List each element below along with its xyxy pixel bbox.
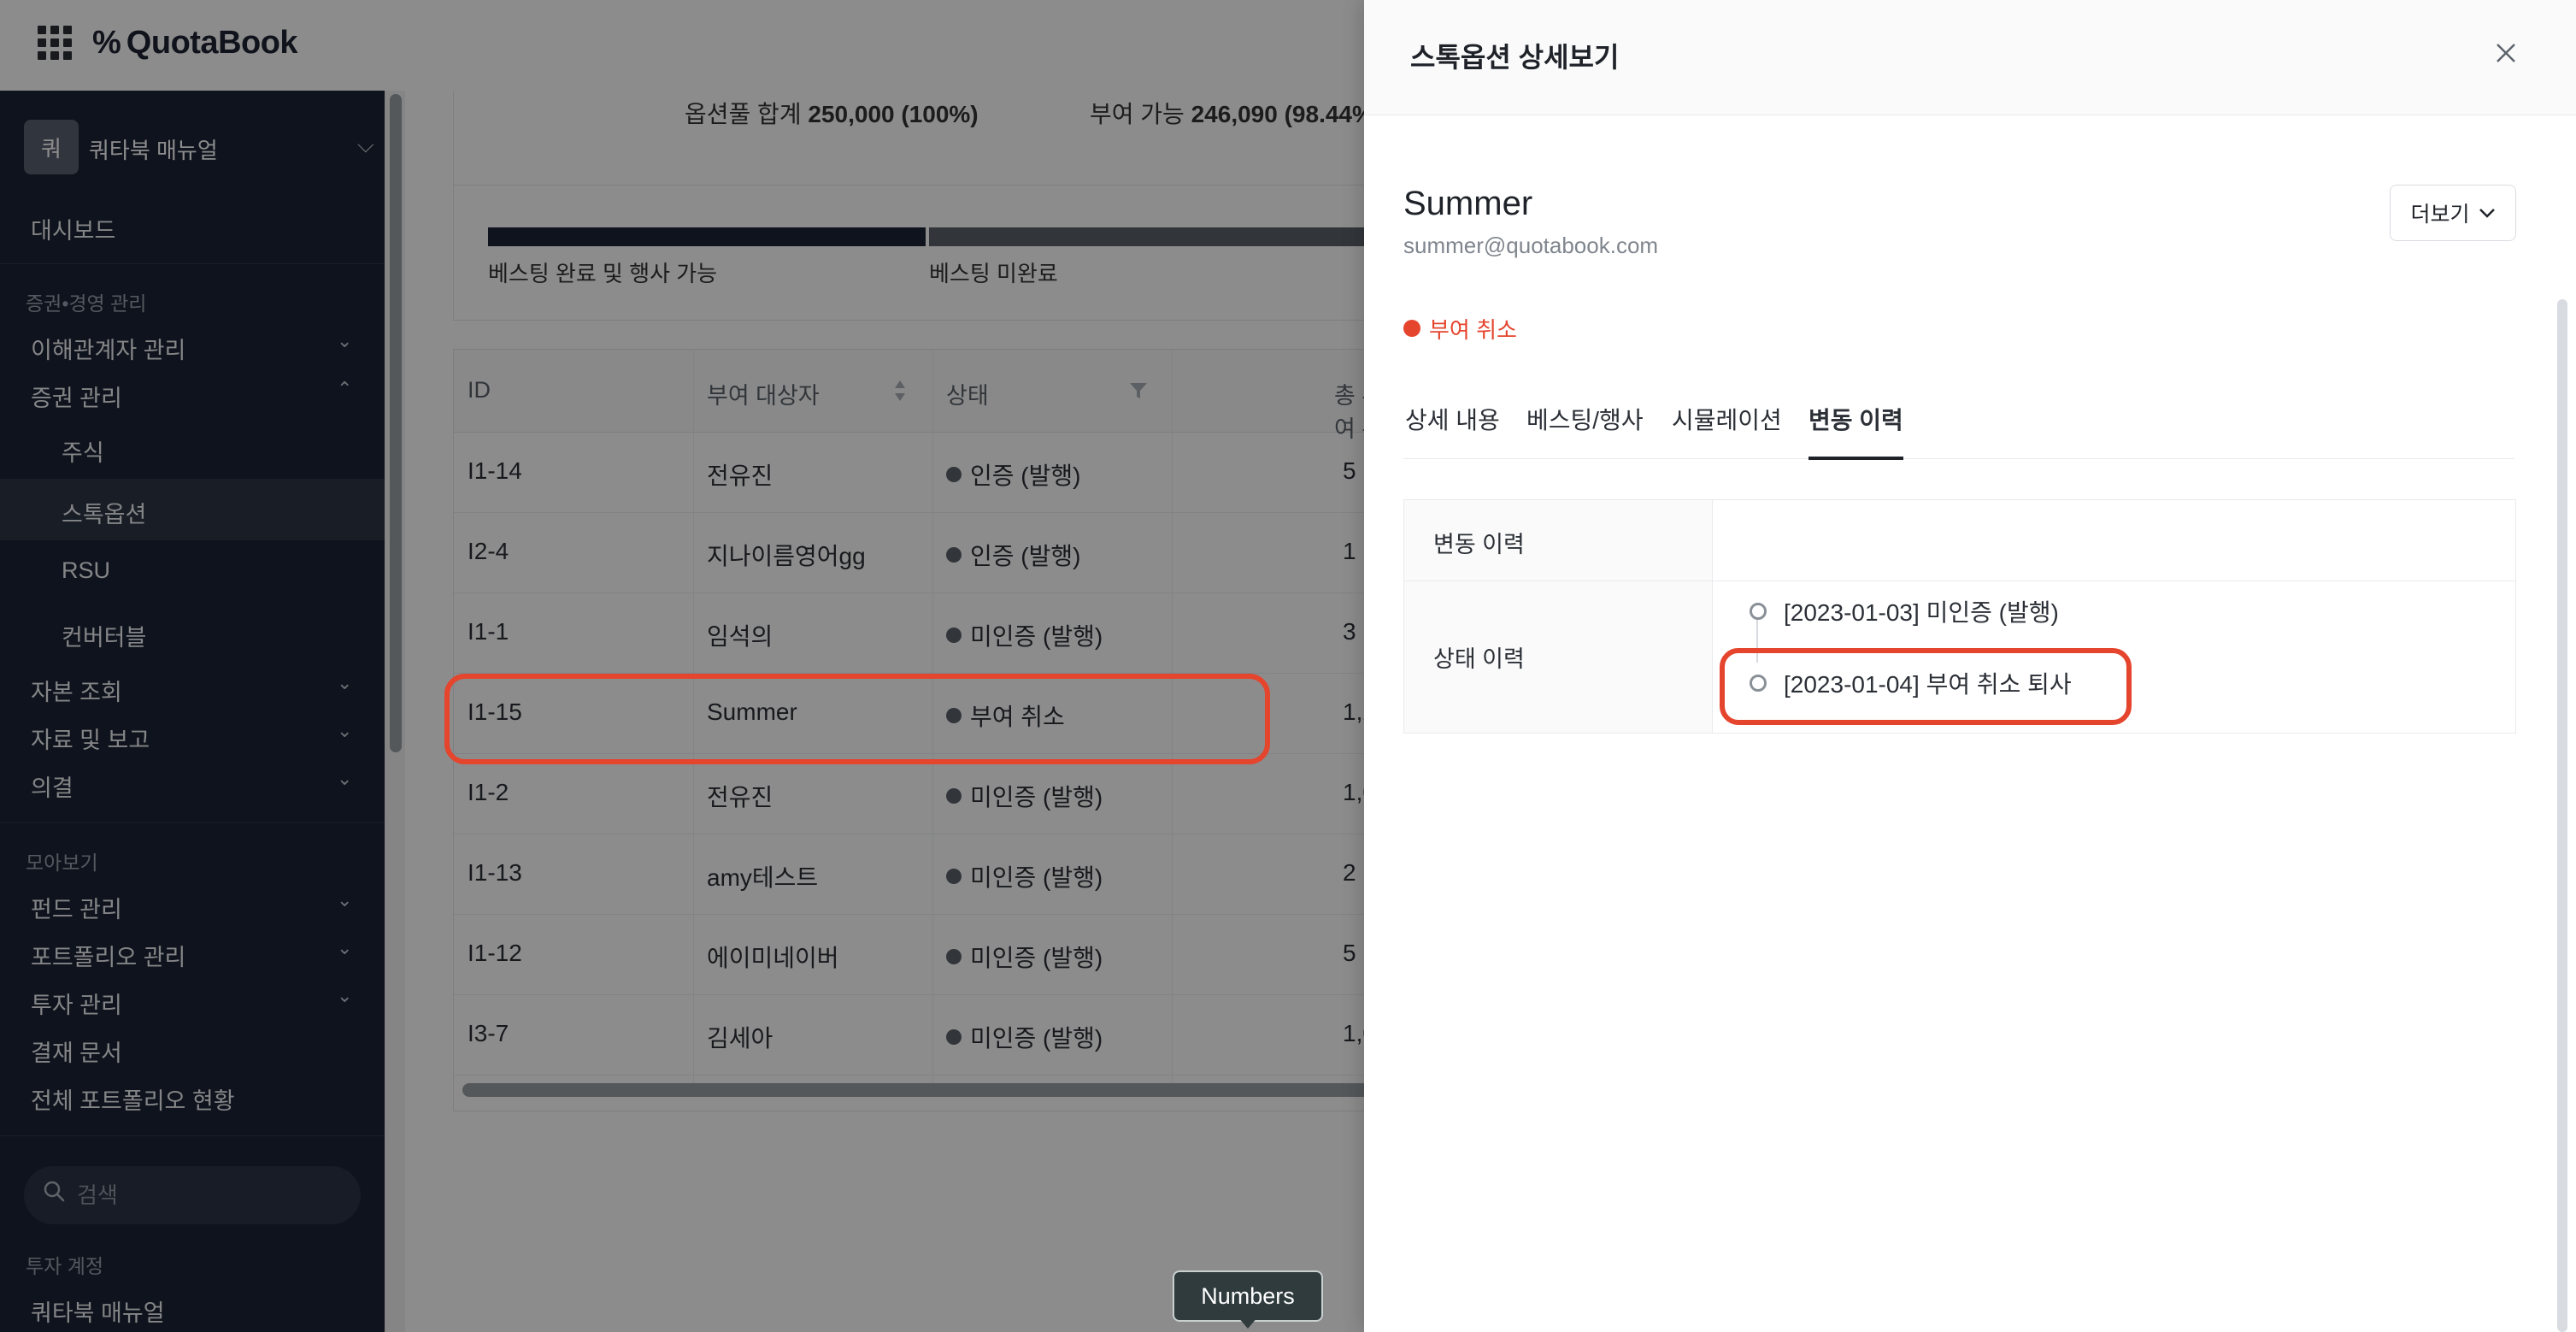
- status-badge: 부여 취소: [1429, 317, 1517, 343]
- grantee-name: Summer: [1403, 185, 1533, 222]
- numbers-tooltip: Numbers: [1173, 1270, 1323, 1322]
- timeline-dot-icon: [1750, 603, 1767, 620]
- drawer-scrollbar[interactable]: [2557, 299, 2567, 1332]
- more-button[interactable]: 더보기: [2390, 185, 2516, 241]
- drawer-title: 스톡옵션 상세보기: [1410, 42, 1620, 73]
- close-icon[interactable]: [2489, 36, 2523, 70]
- modal-backdrop[interactable]: [0, 0, 1364, 1332]
- highlight-annotation-row: [444, 674, 1270, 764]
- tab-vesting[interactable]: 베스팅/행사: [1526, 402, 1644, 457]
- grantee-email: summer@quotabook.com: [1403, 233, 1659, 258]
- chevron-down-icon: [2479, 209, 2495, 218]
- tab-history[interactable]: 변동 이력: [1808, 402, 1903, 460]
- tab-details[interactable]: 상세 내용: [1405, 402, 1500, 457]
- more-button-label: 더보기: [2410, 203, 2470, 227]
- drawer-header: 스톡옵션 상세보기: [1364, 0, 2576, 115]
- history-header: 변동 이력: [1433, 532, 1525, 557]
- highlight-annotation-history: [1720, 648, 2132, 725]
- drawer-tabs: 상세 내용 베스팅/행사 시뮬레이션 변동 이력: [1403, 381, 2514, 460]
- history-entry: [2023-01-03] 미인증 (발행): [1784, 599, 2059, 626]
- tooltip-arrow: [1238, 1317, 1258, 1329]
- status-dot: [1403, 320, 1420, 337]
- tab-simulation[interactable]: 시뮬레이션: [1672, 402, 1782, 457]
- status-history-label: 상태 이력: [1433, 646, 1525, 672]
